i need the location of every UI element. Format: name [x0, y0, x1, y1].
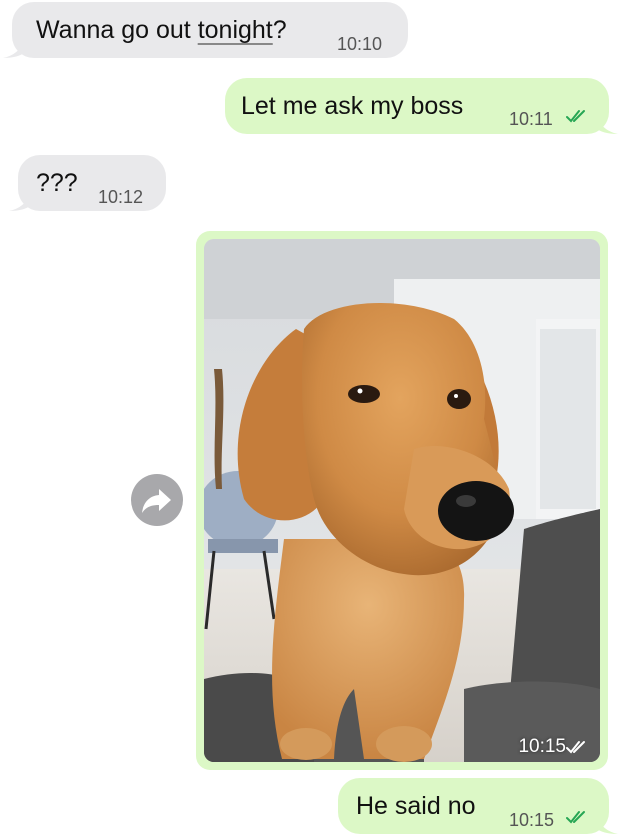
bubble-tail: [9, 193, 31, 211]
bubble-tail: [596, 116, 618, 134]
forward-button[interactable]: [131, 474, 183, 526]
bubble-tail: [596, 816, 618, 834]
message-text: Wanna go out tonight?: [36, 16, 287, 44]
message-time: 10:15: [518, 736, 566, 757]
bubble-tail: [3, 40, 25, 58]
message-time: 10:15: [509, 810, 555, 830]
message-text: He said no: [356, 792, 476, 820]
dog-photo-illustration: [204, 239, 600, 762]
message-time: 10:12: [98, 187, 144, 207]
double-check-icon: [566, 110, 585, 123]
underlined-word[interactable]: tonight: [198, 16, 273, 44]
message-bubble-outgoing[interactable]: Let me ask my boss 10:11: [225, 78, 618, 134]
message-bubble-outgoing[interactable]: He said no 10:15: [338, 778, 618, 834]
message-time: 10:10: [337, 34, 383, 54]
message-bubble-incoming[interactable]: Wanna go out tonight? 10:10: [3, 2, 408, 58]
image-message-bubble[interactable]: 10:15: [196, 231, 608, 770]
golden-retriever-photo[interactable]: [204, 239, 600, 762]
forward-arrow-icon: [142, 489, 171, 513]
message-text: Let me ask my boss: [241, 92, 464, 120]
double-check-icon: [566, 741, 585, 754]
double-check-icon: [566, 811, 585, 824]
message-bubble-incoming[interactable]: ??? 10:12: [9, 155, 166, 211]
message-time: 10:11: [509, 109, 553, 129]
message-text: ???: [36, 169, 78, 197]
